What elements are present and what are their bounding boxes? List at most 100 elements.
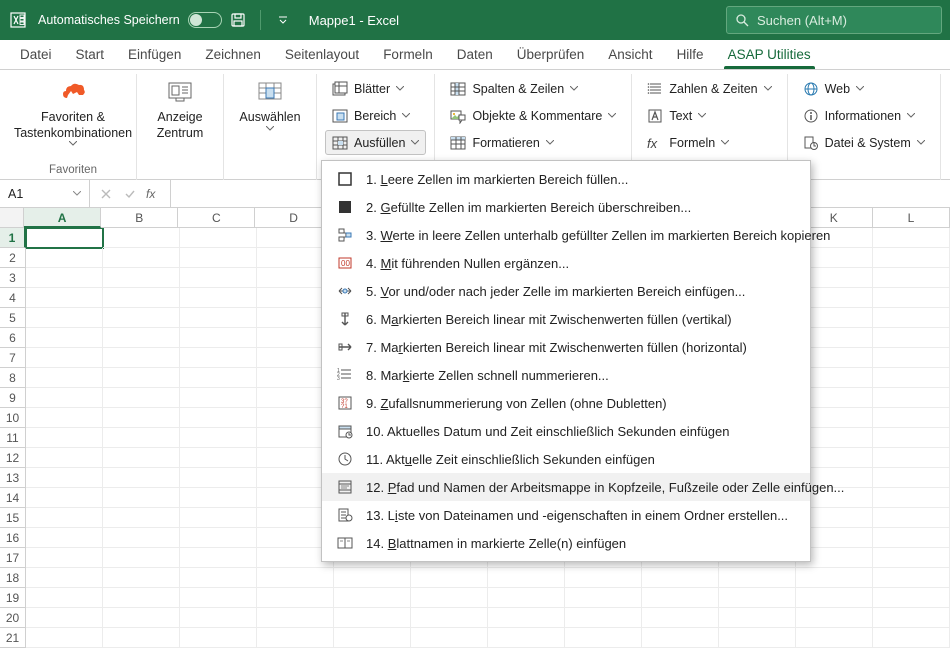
row-header[interactable]: 9 bbox=[0, 388, 26, 408]
cell[interactable] bbox=[873, 508, 950, 528]
cell[interactable] bbox=[26, 508, 103, 528]
cell[interactable] bbox=[26, 268, 103, 288]
cell[interactable] bbox=[103, 528, 180, 548]
cancel-icon[interactable] bbox=[96, 184, 116, 204]
cell[interactable] bbox=[873, 448, 950, 468]
row-header[interactable]: 5 bbox=[0, 308, 26, 328]
cell[interactable] bbox=[565, 568, 642, 588]
cell[interactable] bbox=[26, 328, 103, 348]
cell[interactable] bbox=[873, 388, 950, 408]
cell[interactable] bbox=[26, 608, 103, 628]
cell[interactable] bbox=[103, 588, 180, 608]
cell[interactable] bbox=[103, 328, 180, 348]
menu-item-1[interactable]: 1. Leere Zellen im markierten Bereich fü… bbox=[322, 165, 810, 193]
anzeige-zentrum-button[interactable]: Anzeige Zentrum bbox=[145, 74, 215, 145]
cell[interactable] bbox=[873, 568, 950, 588]
web-button[interactable]: Web bbox=[796, 76, 932, 101]
menu-item-3[interactable]: 3. Werte in leere Zellen unterhalb gefül… bbox=[322, 221, 810, 249]
row-header[interactable]: 14 bbox=[0, 488, 26, 508]
cell[interactable] bbox=[180, 228, 257, 248]
cell[interactable] bbox=[26, 568, 103, 588]
objekte-kommentare-button[interactable]: Objekte & Kommentare bbox=[443, 103, 623, 128]
cell[interactable] bbox=[180, 628, 257, 648]
menu-item-5[interactable]: 5. Vor und/oder nach jeder Zelle im mark… bbox=[322, 277, 810, 305]
cell[interactable] bbox=[180, 248, 257, 268]
cell[interactable] bbox=[873, 588, 950, 608]
cell[interactable] bbox=[26, 348, 103, 368]
cell[interactable] bbox=[873, 348, 950, 368]
row-header[interactable]: 4 bbox=[0, 288, 26, 308]
cell[interactable] bbox=[873, 248, 950, 268]
spalten-zeilen-button[interactable]: Spalten & Zeilen bbox=[443, 76, 623, 101]
cell[interactable] bbox=[873, 428, 950, 448]
select-all-corner[interactable] bbox=[0, 208, 24, 228]
cell[interactable] bbox=[180, 388, 257, 408]
column-header[interactable]: C bbox=[178, 208, 255, 228]
cell[interactable] bbox=[180, 448, 257, 468]
cell[interactable] bbox=[180, 488, 257, 508]
cell[interactable] bbox=[334, 588, 411, 608]
cell[interactable] bbox=[488, 588, 565, 608]
cell[interactable] bbox=[642, 568, 719, 588]
cell[interactable] bbox=[180, 508, 257, 528]
cell[interactable] bbox=[103, 548, 180, 568]
cell[interactable] bbox=[642, 588, 719, 608]
name-box[interactable]: A1 bbox=[0, 180, 90, 207]
cell[interactable] bbox=[180, 528, 257, 548]
cell[interactable] bbox=[103, 308, 180, 328]
quick-access-dropdown-icon[interactable] bbox=[271, 8, 295, 32]
cell[interactable] bbox=[873, 408, 950, 428]
cell[interactable] bbox=[103, 628, 180, 648]
tab-datei[interactable]: Datei bbox=[10, 41, 62, 69]
cell[interactable] bbox=[26, 288, 103, 308]
cell[interactable] bbox=[103, 348, 180, 368]
cell[interactable] bbox=[26, 548, 103, 568]
formatieren-button[interactable]: Formatieren bbox=[443, 130, 623, 155]
cell[interactable] bbox=[103, 468, 180, 488]
cell[interactable] bbox=[257, 628, 334, 648]
cell[interactable] bbox=[334, 568, 411, 588]
cell[interactable] bbox=[180, 548, 257, 568]
row-header[interactable]: 17 bbox=[0, 548, 26, 568]
cell[interactable] bbox=[257, 608, 334, 628]
text-button[interactable]: Text bbox=[640, 103, 778, 128]
cell[interactable] bbox=[103, 508, 180, 528]
cell[interactable] bbox=[103, 488, 180, 508]
tab-daten[interactable]: Daten bbox=[447, 41, 503, 69]
column-header[interactable]: B bbox=[101, 208, 178, 228]
row-header[interactable]: 13 bbox=[0, 468, 26, 488]
row-header[interactable]: 6 bbox=[0, 328, 26, 348]
formeln-button[interactable]: fxFormeln bbox=[640, 130, 778, 155]
row-header[interactable]: 8 bbox=[0, 368, 26, 388]
cell[interactable] bbox=[257, 588, 334, 608]
tab-hilfe[interactable]: Hilfe bbox=[667, 41, 714, 69]
cell[interactable] bbox=[26, 248, 103, 268]
row-header[interactable]: 2 bbox=[0, 248, 26, 268]
tab-seitenlayout[interactable]: Seitenlayout bbox=[275, 41, 369, 69]
blaetter-button[interactable]: Blätter bbox=[325, 76, 426, 101]
row-header[interactable]: 19 bbox=[0, 588, 26, 608]
cell[interactable] bbox=[26, 388, 103, 408]
cell[interactable] bbox=[180, 348, 257, 368]
cell[interactable] bbox=[642, 608, 719, 628]
menu-item-11[interactable]: 11. Aktuelle Zeit einschließlich Sekunde… bbox=[322, 445, 810, 473]
cell[interactable] bbox=[719, 608, 796, 628]
menu-item-14[interactable]: 14. Blattnamen in markierte Zelle(n) ein… bbox=[322, 529, 810, 557]
cell[interactable] bbox=[180, 268, 257, 288]
tab-ansicht[interactable]: Ansicht bbox=[598, 41, 662, 69]
row-header[interactable]: 3 bbox=[0, 268, 26, 288]
tab-einfügen[interactable]: Einfügen bbox=[118, 41, 191, 69]
zahlen-zeiten-button[interactable]: Zahlen & Zeiten bbox=[640, 76, 778, 101]
cell[interactable] bbox=[180, 368, 257, 388]
cell[interactable] bbox=[180, 328, 257, 348]
informationen-button[interactable]: Informationen bbox=[796, 103, 932, 128]
insert-function-icon[interactable]: fx bbox=[144, 184, 164, 204]
cell[interactable] bbox=[180, 308, 257, 328]
row-header[interactable]: 16 bbox=[0, 528, 26, 548]
datei-system-button[interactable]: Datei & System bbox=[796, 130, 932, 155]
cell[interactable] bbox=[103, 228, 180, 248]
cell[interactable] bbox=[334, 628, 411, 648]
cell[interactable] bbox=[103, 288, 180, 308]
menu-item-9[interactable]: 3??19. Zufallsnummerierung von Zellen (o… bbox=[322, 389, 810, 417]
cell[interactable] bbox=[103, 428, 180, 448]
